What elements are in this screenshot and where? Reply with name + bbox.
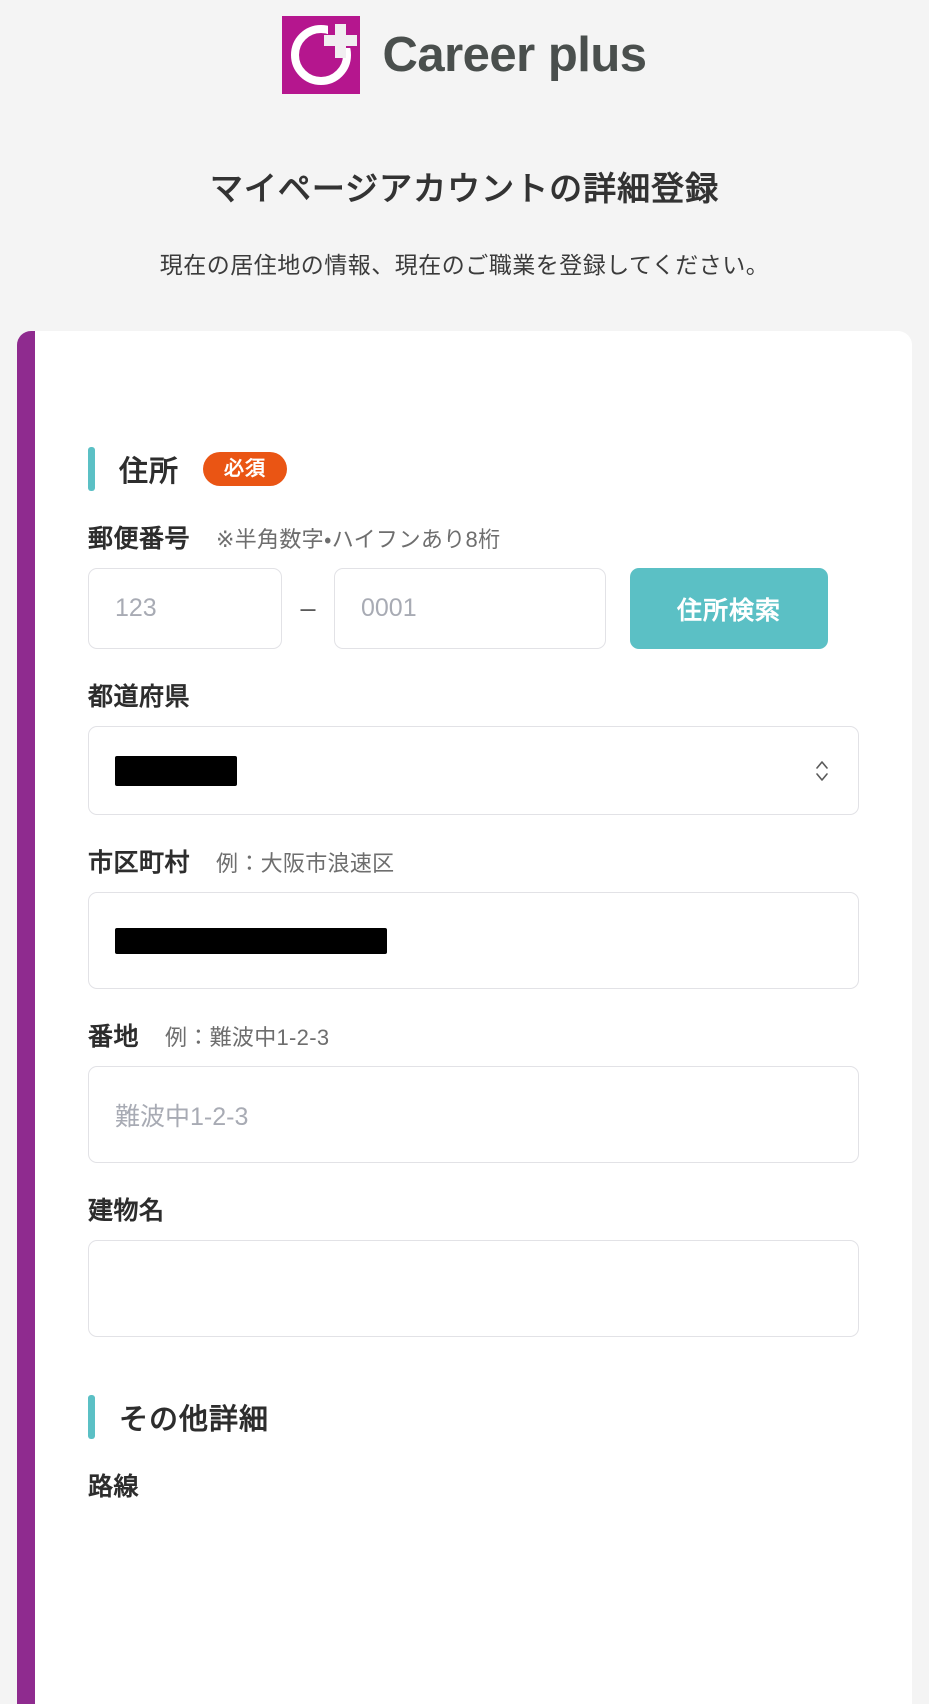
street-address-input[interactable]: 難波中1-2-3: [88, 1066, 859, 1163]
field-label-row: 番地 例：難波中1-2-3: [88, 1017, 859, 1053]
section-header-other-details: その他詳細: [88, 1395, 859, 1439]
field-postal-code: 郵便番号 ※半角数字・ハイフンあり8桁 123 – 0001 住所検索: [88, 519, 859, 649]
prefecture-select[interactable]: [88, 726, 859, 815]
city-redacted-value: [115, 927, 387, 954]
postal-code-second-input[interactable]: 0001: [334, 568, 606, 649]
address-search-button[interactable]: 住所検索: [630, 568, 828, 649]
section-accent-bar: [88, 1395, 95, 1439]
status-badge-required: 必須: [203, 452, 288, 486]
label-building-name: 建物名: [88, 1197, 165, 1225]
label-postal-code: 郵便番号: [88, 525, 191, 553]
prefecture-redacted-value: [115, 755, 237, 786]
section-header-address: 住所 必須: [88, 447, 859, 491]
field-label-row: 建物名: [88, 1191, 859, 1227]
page-subtitle: 現在の居住地の情報、現在のご職業を登録してください。: [159, 252, 770, 278]
brand-header: Career plus: [0, 0, 929, 104]
hint-city: 例：大阪市浪速区: [216, 851, 395, 876]
page-title: マイページアカウントの詳細登録: [209, 170, 720, 207]
postal-code-row: 123 – 0001 住所検索: [88, 568, 859, 649]
field-label-row: 市区町村 例：大阪市浪速区: [88, 843, 859, 879]
hint-postal-code: ※半角数字・ハイフンあり8桁: [216, 527, 501, 552]
section-title-other-details: その他詳細: [119, 1404, 270, 1436]
label-city: 市区町村: [88, 849, 191, 877]
chevron-updown-icon: [814, 758, 830, 784]
city-input[interactable]: [88, 892, 859, 989]
building-name-input[interactable]: [88, 1240, 859, 1337]
field-prefecture: 都道府県: [88, 677, 859, 815]
field-city: 市区町村 例：大阪市浪速区: [88, 843, 859, 989]
career-plus-logo-icon: [282, 16, 361, 94]
postal-code-first-input[interactable]: 123: [88, 568, 282, 649]
field-label-row: 郵便番号 ※半角数字・ハイフンあり8桁: [88, 519, 859, 555]
section-accent-bar: [88, 447, 95, 491]
field-label-row: 路線: [88, 1467, 859, 1503]
hint-street-address: 例：難波中1-2-3: [165, 1025, 330, 1050]
form-card: 住所 必須 郵便番号 ※半角数字・ハイフンあり8桁 123 – 0001 住所検…: [17, 331, 912, 1704]
registration-page: Career plus マイページアカウントの詳細登録 現在の居住地の情報、現在…: [0, 0, 929, 1704]
postal-code-separator: –: [300, 593, 316, 623]
field-building-name: 建物名: [88, 1191, 859, 1337]
field-label-row: 都道府県: [88, 677, 859, 713]
field-route: 路線: [88, 1467, 859, 1503]
label-street-address: 番地: [88, 1023, 140, 1051]
section-title-address: 住所: [119, 456, 180, 488]
label-prefecture: 都道府県: [88, 683, 191, 711]
label-route: 路線: [88, 1473, 140, 1501]
brand-name: Career plus: [382, 28, 647, 82]
field-street-address: 番地 例：難波中1-2-3 難波中1-2-3: [88, 1017, 859, 1163]
